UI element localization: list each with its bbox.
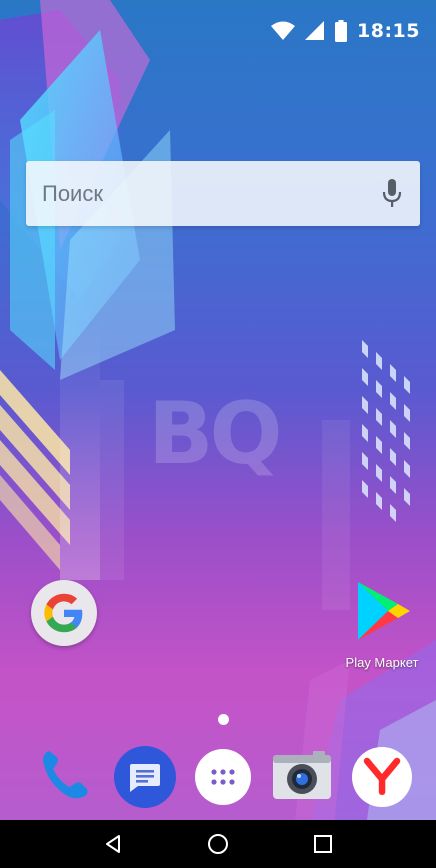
google-g-icon (31, 580, 97, 646)
play-market-app[interactable]: Play Маркет (335, 580, 429, 670)
messages-icon (114, 746, 176, 808)
status-time: 18:15 (357, 20, 420, 42)
app-drawer-icon (195, 749, 251, 805)
home-screen: 18:15 Поиск BQ Play Маркет (0, 0, 436, 868)
back-icon[interactable] (89, 820, 137, 868)
yandex-browser-icon (352, 747, 412, 807)
search-input[interactable]: Поиск (42, 181, 380, 207)
play-market-label: Play Маркет (345, 655, 419, 670)
play-store-icon (352, 580, 412, 647)
home-icon[interactable] (194, 820, 242, 868)
navigation-bar (0, 820, 436, 868)
battery-icon (335, 20, 348, 42)
mic-icon[interactable] (380, 178, 404, 210)
signal-icon (305, 21, 325, 41)
google-app[interactable] (31, 580, 97, 646)
phone-icon (37, 747, 93, 808)
status-bar: 18:15 (0, 0, 436, 62)
app-drawer-button[interactable] (190, 744, 256, 810)
brand-watermark: BQ (148, 384, 283, 484)
search-bar[interactable]: Поиск (26, 161, 420, 226)
camera-app[interactable] (269, 744, 335, 810)
page-indicator-dot (218, 714, 229, 725)
wifi-icon (271, 21, 296, 41)
camera-icon (271, 749, 333, 806)
phone-app[interactable] (32, 744, 98, 810)
recents-icon[interactable] (299, 820, 347, 868)
messages-app[interactable] (112, 744, 178, 810)
yandex-browser-app[interactable] (349, 744, 415, 810)
